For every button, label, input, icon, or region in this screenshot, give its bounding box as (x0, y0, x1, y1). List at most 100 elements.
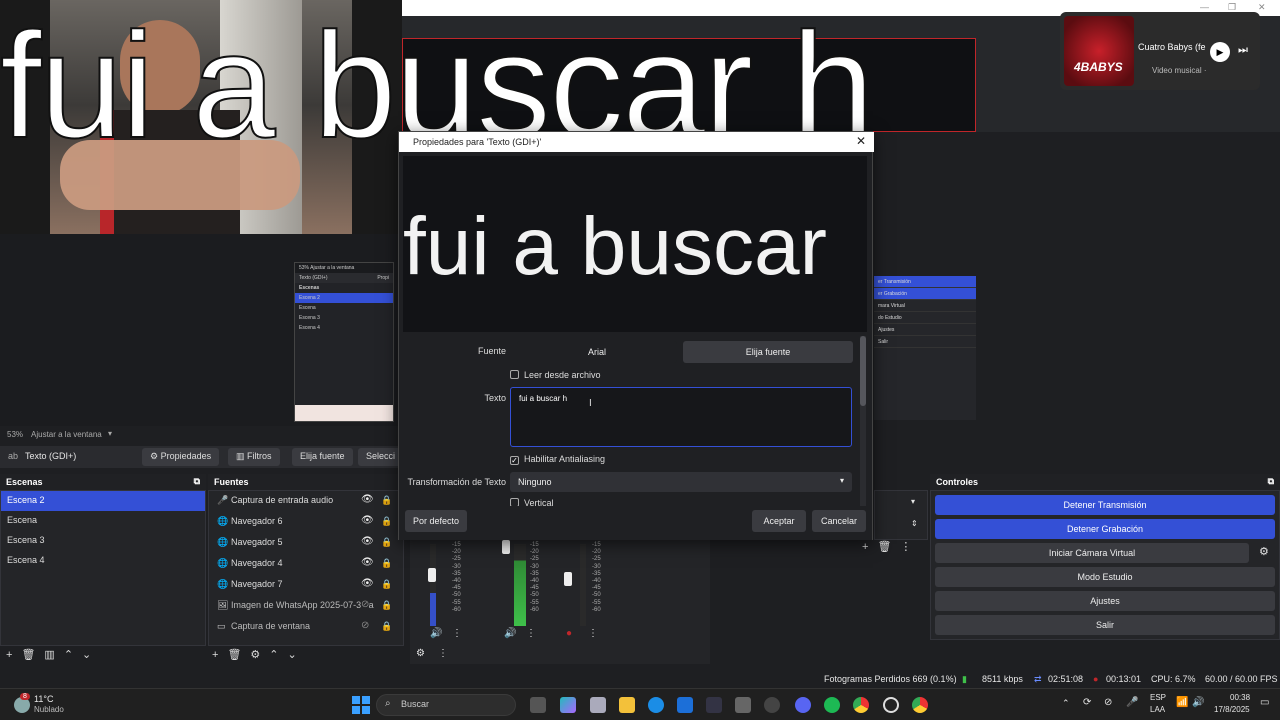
read-from-file-checkbox[interactable]: Leer desde archivo (510, 370, 601, 380)
source-item[interactable]: 🌐 Navegador 7 👁 🔒 (209, 575, 403, 596)
more-options-icon[interactable]: ⋮ (588, 628, 598, 639)
stop-stream-button[interactable]: Detener Transmisión (935, 495, 1275, 515)
more-options-icon[interactable]: ⋮ (900, 541, 911, 553)
more-options-icon[interactable]: ⋮ (452, 628, 462, 639)
stop-recording-button[interactable]: Detener Grabación (935, 519, 1275, 539)
exit-button[interactable]: Salir (935, 615, 1275, 635)
gear-icon[interactable]: ⚙ (1259, 545, 1269, 558)
filter-icon[interactable]: ▥ (44, 649, 54, 661)
scrollbar[interactable] (860, 336, 866, 506)
vpn-icon[interactable]: ⊘ (1104, 697, 1112, 708)
scene-item[interactable]: Escena 2 (1, 491, 205, 511)
taskbar-search[interactable]: ⌕ Buscar (376, 694, 516, 716)
vertical-checkbox[interactable]: Vertical (510, 498, 554, 506)
stepper-icon[interactable]: ⇕ (911, 519, 918, 528)
eye-hidden-icon[interactable]: ⊘ (361, 620, 369, 631)
eye-icon[interactable]: 👁 (361, 515, 374, 526)
app-icon[interactable] (764, 697, 780, 713)
language-bottom[interactable]: LAA (1150, 705, 1165, 714)
cancel-button[interactable]: Cancelar (812, 510, 866, 532)
windows-start-icon[interactable] (352, 696, 370, 714)
choose-font-button[interactable]: Elija fuente (292, 448, 353, 466)
eye-icon[interactable]: 👁 (361, 536, 374, 547)
clock-time[interactable]: 00:38 (1230, 693, 1250, 702)
undock-icon[interactable]: ⧉ (1268, 476, 1274, 487)
checkbox-checked[interactable]: ✓ (510, 456, 519, 465)
eye-icon[interactable]: 👁 (361, 494, 374, 505)
gear-icon[interactable]: ⚙ (250, 649, 260, 661)
close-window-icon[interactable]: ✕ (1258, 2, 1266, 13)
lock-icon[interactable]: 🔒 (381, 516, 392, 527)
filters-button[interactable]: ▥ Filtros (228, 448, 280, 466)
chevron-up-icon[interactable]: ⌃ (64, 649, 73, 661)
eye-hidden-icon[interactable]: ⊘ (361, 599, 370, 610)
discord-icon[interactable] (795, 697, 811, 713)
close-icon[interactable]: ✕ (856, 134, 866, 148)
sync-icon[interactable]: ⟳ (1083, 697, 1091, 708)
speaker-icon[interactable]: 🔊 (504, 628, 516, 639)
lock-icon[interactable]: 🔒 (381, 579, 392, 590)
properties-button[interactable]: ⚙ Propiedades (142, 448, 220, 466)
more-options-icon[interactable]: ⋮ (526, 628, 536, 639)
trash-icon[interactable]: 🗑 (877, 541, 891, 553)
checkbox-box[interactable] (510, 370, 519, 379)
source-item[interactable]: 🌐 Navegador 6 👁 🔒 (209, 512, 403, 533)
app-icon[interactable] (706, 697, 722, 713)
source-item[interactable]: 🌐 Navegador 4 👁 🔒 (209, 554, 403, 575)
studio-mode-button[interactable]: Modo Estudio (935, 567, 1275, 587)
source-item[interactable]: 🌐 Navegador 5 👁 🔒 (209, 533, 403, 554)
minimize-icon[interactable]: — (1200, 2, 1209, 12)
scene-item[interactable]: Escena 4 (1, 551, 205, 571)
volume-slider[interactable] (502, 540, 510, 554)
microphone-icon[interactable]: 🎤 (1126, 697, 1138, 708)
chevron-down-icon[interactable]: ▾ (108, 429, 112, 438)
lock-icon[interactable]: 🔒 (381, 495, 392, 506)
play-icon[interactable]: ▶ (1210, 42, 1230, 62)
chevron-up-icon[interactable]: ⌃ (1062, 698, 1070, 709)
copilot-icon[interactable] (560, 697, 576, 713)
transform-select[interactable]: Ninguno ▾ (510, 472, 852, 492)
eye-icon[interactable]: 👁 (361, 557, 374, 568)
source-item[interactable]: 🎤 Captura de entrada audio 👁 🔒 (209, 491, 403, 512)
source-item[interactable]: ▭ Captura de ventana ⊘ 🔒 (209, 617, 403, 638)
chrome-icon[interactable] (853, 697, 869, 713)
scene-item[interactable]: Escena (1, 511, 205, 531)
volume-icon[interactable]: 🔊 (1192, 697, 1204, 708)
scene-item[interactable]: Escena 3 (1, 531, 205, 551)
lock-icon[interactable]: 🔒 (381, 621, 392, 632)
obs-icon[interactable] (883, 697, 899, 713)
checkbox-box[interactable] (510, 498, 519, 506)
gear-icon[interactable]: ⚙ (416, 648, 425, 659)
chrome-icon[interactable] (912, 697, 928, 713)
app-icon[interactable] (735, 697, 751, 713)
scrollbar-thumb[interactable] (860, 336, 866, 406)
volume-slider[interactable] (564, 572, 572, 586)
task-view-icon[interactable] (530, 697, 546, 713)
spotify-icon[interactable] (824, 697, 840, 713)
clock-date[interactable]: 17/8/2025 (1214, 705, 1250, 714)
ok-button[interactable]: Aceptar (752, 510, 806, 532)
speaker-icon[interactable]: 🔊 (430, 628, 442, 639)
lock-icon[interactable]: 🔒 (381, 558, 392, 569)
text-input[interactable]: fui a buscar h I (510, 387, 852, 447)
eye-icon[interactable]: 👁 (361, 578, 374, 589)
lock-icon[interactable]: 🔒 (381, 537, 392, 548)
edge-icon[interactable] (648, 697, 664, 713)
undock-icon[interactable]: ⧉ (194, 476, 200, 487)
next-track-icon[interactable]: ⏭ (1238, 44, 1248, 57)
antialiasing-checkbox[interactable]: ✓ Habilitar Antialiasing (510, 454, 605, 465)
chevron-down-icon[interactable]: ▾ (911, 497, 915, 506)
add-icon[interactable]: + (212, 649, 218, 661)
add-icon[interactable]: + (862, 541, 868, 553)
app-icon[interactable] (590, 697, 606, 713)
select-button[interactable]: Selecci (358, 448, 402, 466)
zoom-dropdown[interactable]: Ajustar a la ventana (31, 430, 102, 439)
store-icon[interactable] (677, 697, 693, 713)
defaults-button[interactable]: Por defecto (405, 510, 467, 532)
source-item[interactable]: 🖼 Imagen de WhatsApp 2025-07-30 a ⊘ 🔒 (209, 596, 403, 617)
muted-speaker-icon[interactable]: ● (566, 628, 572, 639)
settings-button[interactable]: Ajustes (935, 591, 1275, 611)
lock-icon[interactable]: 🔒 (381, 600, 392, 611)
more-options-icon[interactable]: ⋮ (438, 648, 448, 659)
add-icon[interactable]: + (6, 649, 12, 661)
